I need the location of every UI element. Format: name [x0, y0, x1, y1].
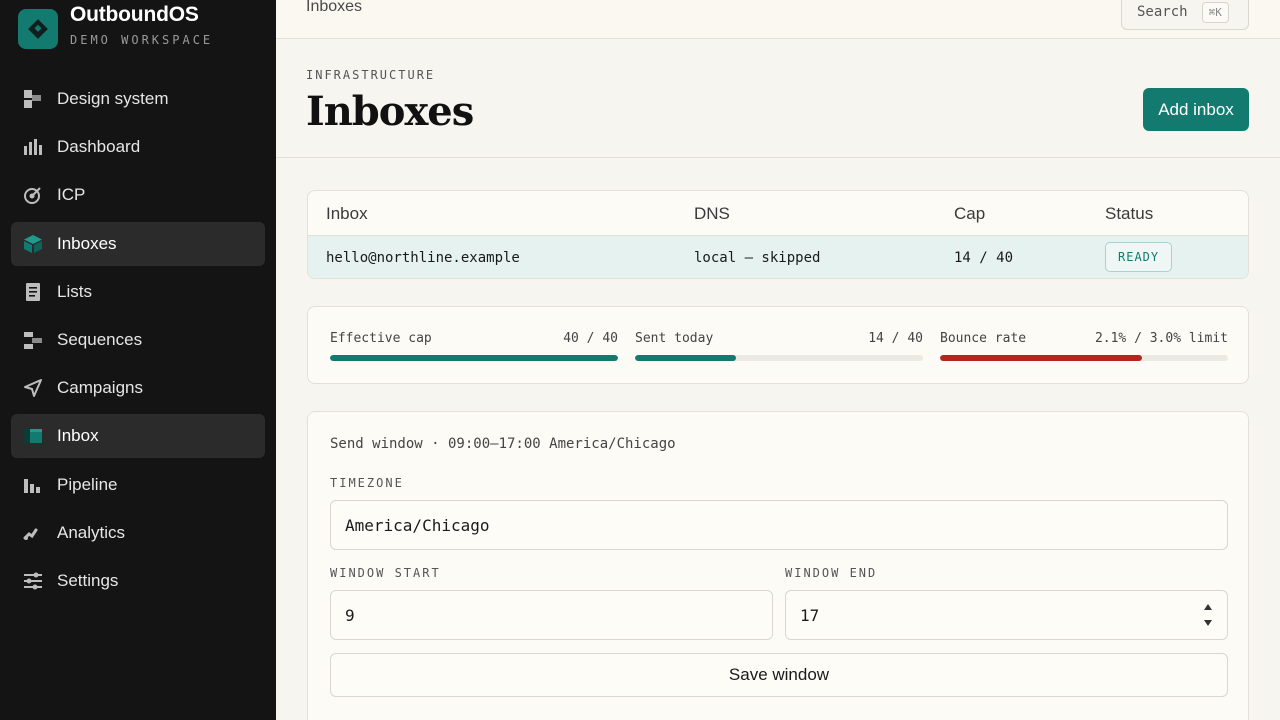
progress-bar [940, 355, 1228, 361]
column-header-cap: Cap [954, 204, 986, 223]
sidebar-item-inboxes[interactable]: Inboxes [11, 221, 265, 266]
inbox-address: hello@northline.example [326, 250, 520, 266]
metric-label: Sent today [635, 331, 714, 346]
window-start-label: WINDOW START [330, 566, 441, 580]
sidebar-item-label: ICP [57, 185, 86, 205]
window-end-label: WINDOW END [785, 566, 878, 580]
metric-label: Effective cap [330, 331, 432, 346]
inbox-box-icon [23, 234, 43, 254]
sidebar-item-pipeline[interactable]: Pipeline [11, 463, 265, 507]
sidebar-nav: Design system Dashboard ICP Inboxes List… [11, 77, 265, 607]
number-stepper[interactable] [1203, 604, 1213, 626]
sidebar-item-design-system[interactable]: Design system [11, 77, 265, 121]
metric-effective-cap: Effective cap 40 / 40 [330, 331, 618, 361]
progress-bar [330, 355, 618, 361]
sidebar-item-analytics[interactable]: Analytics [11, 511, 265, 555]
sidebar-item-label: Dashboard [57, 137, 141, 157]
cap-value: 14 / 40 [954, 250, 1014, 266]
metric-label: Bounce rate [940, 331, 1027, 346]
column-header-status: Status [1105, 204, 1154, 223]
page-title: Inboxes [306, 88, 474, 135]
timezone-input[interactable]: America/Chicago [330, 500, 1228, 550]
sidebar-item-label: Campaigns [57, 378, 143, 398]
page-header: INFRASTRUCTURE Inboxes Add inbox [276, 40, 1280, 158]
metric-bounce-rate: Bounce rate 2.1% / 3.0% limit [940, 331, 1228, 361]
page-eyebrow: INFRASTRUCTURE [306, 68, 436, 82]
sliders-icon [23, 571, 43, 591]
sidebar: OutboundOS DEMO WORKSPACE Design system … [0, 0, 276, 720]
column-header-dns: DNS [694, 204, 730, 223]
window-start-value: 9 [345, 605, 355, 625]
window-start-input[interactable]: 9 [330, 590, 773, 640]
search-label: Search [1137, 4, 1188, 20]
sidebar-item-label: Lists [57, 281, 92, 301]
progress-bar [635, 355, 923, 361]
metric-value: 2.1% / 3.0% limit [1094, 331, 1228, 346]
search-shortcut: ⌘K [1201, 1, 1229, 23]
dns-status: local — skipped [694, 250, 821, 266]
progress-fill [330, 355, 618, 361]
sidebar-item-icp[interactable]: ICP [11, 173, 265, 217]
brand-name: OutboundOS [70, 3, 199, 26]
sidebar-item-label: Settings [57, 570, 119, 590]
progress-fill [635, 355, 736, 361]
pipeline-icon [23, 475, 43, 495]
sidebar-item-label: Inboxes [57, 233, 117, 253]
sidebar-item-sequences[interactable]: Sequences [11, 318, 265, 362]
breadcrumb: Inboxes [306, 0, 363, 15]
sidebar-item-lists[interactable]: Lists [11, 270, 265, 314]
inbox-tray-icon [23, 426, 43, 446]
progress-fill [940, 355, 1142, 361]
status-badge: READY [1105, 242, 1173, 272]
table-header: Inbox DNS Cap Status [308, 191, 1248, 236]
send-window-form: Send window · 09:00–17:00 America/Chicag… [307, 411, 1249, 720]
sidebar-item-label: Sequences [57, 329, 143, 349]
design-system-icon [23, 89, 43, 109]
sidebar-item-label: Inbox [57, 426, 99, 446]
add-inbox-button[interactable]: Add inbox [1143, 88, 1249, 131]
metrics-panel: Effective cap 40 / 40 Sent today 14 / 40… [307, 306, 1249, 384]
brand-logo-icon [18, 9, 58, 49]
sidebar-item-settings[interactable]: Settings [11, 559, 265, 603]
document-icon [23, 282, 43, 302]
send-icon [23, 378, 43, 398]
metric-value: 40 / 40 [563, 331, 618, 346]
analytics-icon [23, 523, 43, 543]
main-content: Inboxes Search ⌘K INFRASTRUCTURE Inboxes… [276, 0, 1280, 720]
table-row[interactable]: hello@northline.example local — skipped … [308, 236, 1248, 278]
topbar: Inboxes Search ⌘K [276, 0, 1280, 39]
timezone-label: TIMEZONE [330, 476, 404, 490]
sidebar-item-label: Analytics [57, 522, 126, 542]
timezone-value: America/Chicago [345, 515, 490, 535]
sidebar-item-campaigns[interactable]: Campaigns [11, 366, 265, 410]
sidebar-item-inbox[interactable]: Inbox [11, 414, 265, 459]
sequence-icon [23, 330, 43, 350]
sidebar-item-label: Design system [57, 89, 169, 108]
stepper-down-icon[interactable] [1204, 620, 1212, 626]
brand[interactable]: OutboundOS DEMO WORKSPACE [18, 2, 213, 58]
target-icon [23, 185, 43, 205]
sidebar-item-label: Pipeline [57, 474, 118, 494]
metric-sent-today: Sent today 14 / 40 [635, 331, 923, 361]
bar-chart-icon [23, 137, 43, 157]
stepper-up-icon[interactable] [1204, 604, 1212, 610]
search-button[interactable]: Search ⌘K [1121, 0, 1249, 30]
sidebar-item-dashboard[interactable]: Dashboard [11, 125, 265, 169]
send-window-summary: Send window · 09:00–17:00 America/Chicag… [330, 436, 676, 452]
window-end-input[interactable]: 17 [785, 590, 1228, 640]
workspace-name: DEMO WORKSPACE [70, 33, 214, 47]
save-window-button[interactable]: Save window [330, 653, 1228, 697]
inboxes-table: Inbox DNS Cap Status hello@northline.exa… [307, 190, 1249, 279]
window-end-value: 17 [800, 605, 820, 625]
column-header-inbox: Inbox [326, 204, 368, 223]
metric-value: 14 / 40 [868, 331, 923, 346]
